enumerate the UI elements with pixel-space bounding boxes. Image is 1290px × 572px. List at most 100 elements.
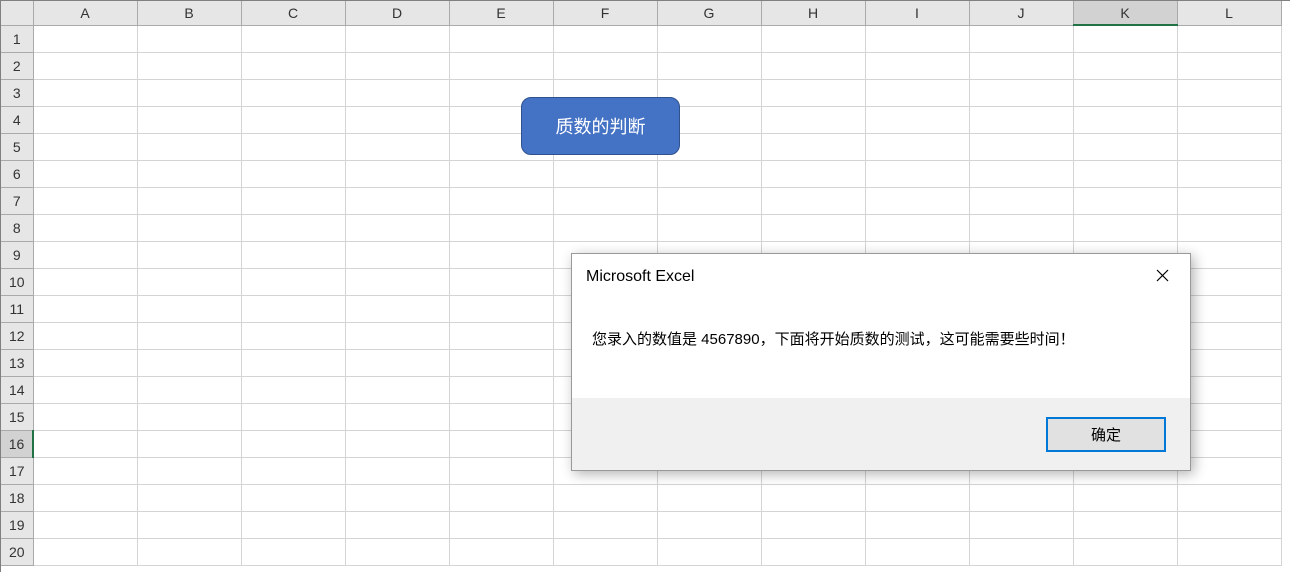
cell-D4[interactable]	[345, 106, 449, 133]
cell-B13[interactable]	[137, 349, 241, 376]
cell-C13[interactable]	[241, 349, 345, 376]
cell-D9[interactable]	[345, 241, 449, 268]
cell-I8[interactable]	[865, 214, 969, 241]
cell-L6[interactable]	[1177, 160, 1281, 187]
column-header-C[interactable]: C	[241, 1, 345, 25]
cell-L3[interactable]	[1177, 79, 1281, 106]
cell-C8[interactable]	[241, 214, 345, 241]
cell-A6[interactable]	[33, 160, 137, 187]
row-header-5[interactable]: 5	[1, 133, 33, 160]
cell-L20[interactable]	[1177, 538, 1281, 565]
cell-B16[interactable]	[137, 430, 241, 457]
cell-K1[interactable]	[1073, 25, 1177, 52]
cell-E9[interactable]	[449, 241, 553, 268]
cell-L5[interactable]	[1177, 133, 1281, 160]
cell-H20[interactable]	[761, 538, 865, 565]
cell-L1[interactable]	[1177, 25, 1281, 52]
cell-I2[interactable]	[865, 52, 969, 79]
cell-D20[interactable]	[345, 538, 449, 565]
column-header-K[interactable]: K	[1073, 1, 1177, 25]
cell-A13[interactable]	[33, 349, 137, 376]
cell-I20[interactable]	[865, 538, 969, 565]
cell-L17[interactable]	[1177, 457, 1281, 484]
cell-B2[interactable]	[137, 52, 241, 79]
cell-E8[interactable]	[449, 214, 553, 241]
row-header-3[interactable]: 3	[1, 79, 33, 106]
select-all-corner[interactable]	[1, 1, 33, 25]
cell-F20[interactable]	[553, 538, 657, 565]
cell-B8[interactable]	[137, 214, 241, 241]
cell-A16[interactable]	[33, 430, 137, 457]
cell-J5[interactable]	[969, 133, 1073, 160]
cell-C2[interactable]	[241, 52, 345, 79]
cell-A2[interactable]	[33, 52, 137, 79]
cell-B1[interactable]	[137, 25, 241, 52]
column-header-J[interactable]: J	[969, 1, 1073, 25]
row-header-6[interactable]: 6	[1, 160, 33, 187]
cell-C10[interactable]	[241, 268, 345, 295]
cell-H2[interactable]	[761, 52, 865, 79]
cell-J3[interactable]	[969, 79, 1073, 106]
cell-H19[interactable]	[761, 511, 865, 538]
cell-E6[interactable]	[449, 160, 553, 187]
cell-C11[interactable]	[241, 295, 345, 322]
cell-L13[interactable]	[1177, 349, 1281, 376]
row-header-20[interactable]: 20	[1, 538, 33, 565]
cell-D1[interactable]	[345, 25, 449, 52]
row-header-15[interactable]: 15	[1, 403, 33, 430]
cell-C16[interactable]	[241, 430, 345, 457]
cell-I18[interactable]	[865, 484, 969, 511]
close-button[interactable]	[1148, 263, 1176, 291]
cell-K2[interactable]	[1073, 52, 1177, 79]
column-header-I[interactable]: I	[865, 1, 969, 25]
row-header-16[interactable]: 16	[1, 430, 33, 457]
cell-C4[interactable]	[241, 106, 345, 133]
column-header-L[interactable]: L	[1177, 1, 1281, 25]
cell-L14[interactable]	[1177, 376, 1281, 403]
cell-E14[interactable]	[449, 376, 553, 403]
cell-H1[interactable]	[761, 25, 865, 52]
row-header-19[interactable]: 19	[1, 511, 33, 538]
row-header-1[interactable]: 1	[1, 25, 33, 52]
row-header-2[interactable]: 2	[1, 52, 33, 79]
cell-K19[interactable]	[1073, 511, 1177, 538]
cell-A11[interactable]	[33, 295, 137, 322]
cell-L12[interactable]	[1177, 322, 1281, 349]
cell-E18[interactable]	[449, 484, 553, 511]
cell-D19[interactable]	[345, 511, 449, 538]
cell-E15[interactable]	[449, 403, 553, 430]
cell-I5[interactable]	[865, 133, 969, 160]
row-header-14[interactable]: 14	[1, 376, 33, 403]
cell-E2[interactable]	[449, 52, 553, 79]
cell-B17[interactable]	[137, 457, 241, 484]
cell-D18[interactable]	[345, 484, 449, 511]
cell-A15[interactable]	[33, 403, 137, 430]
cell-B15[interactable]	[137, 403, 241, 430]
cell-I6[interactable]	[865, 160, 969, 187]
cell-A7[interactable]	[33, 187, 137, 214]
cell-A4[interactable]	[33, 106, 137, 133]
prime-check-button[interactable]: 质数的判断	[521, 97, 680, 155]
cell-C9[interactable]	[241, 241, 345, 268]
cell-D11[interactable]	[345, 295, 449, 322]
cell-G7[interactable]	[657, 187, 761, 214]
cell-B19[interactable]	[137, 511, 241, 538]
row-header-12[interactable]: 12	[1, 322, 33, 349]
cell-A12[interactable]	[33, 322, 137, 349]
cell-E13[interactable]	[449, 349, 553, 376]
cell-L9[interactable]	[1177, 241, 1281, 268]
cell-D8[interactable]	[345, 214, 449, 241]
cell-F19[interactable]	[553, 511, 657, 538]
cell-J20[interactable]	[969, 538, 1073, 565]
cell-F18[interactable]	[553, 484, 657, 511]
cell-C5[interactable]	[241, 133, 345, 160]
cell-L2[interactable]	[1177, 52, 1281, 79]
cell-G8[interactable]	[657, 214, 761, 241]
cell-D12[interactable]	[345, 322, 449, 349]
cell-K5[interactable]	[1073, 133, 1177, 160]
cell-K7[interactable]	[1073, 187, 1177, 214]
cell-C6[interactable]	[241, 160, 345, 187]
cell-F6[interactable]	[553, 160, 657, 187]
cell-A5[interactable]	[33, 133, 137, 160]
ok-button[interactable]: 确定	[1046, 417, 1166, 452]
